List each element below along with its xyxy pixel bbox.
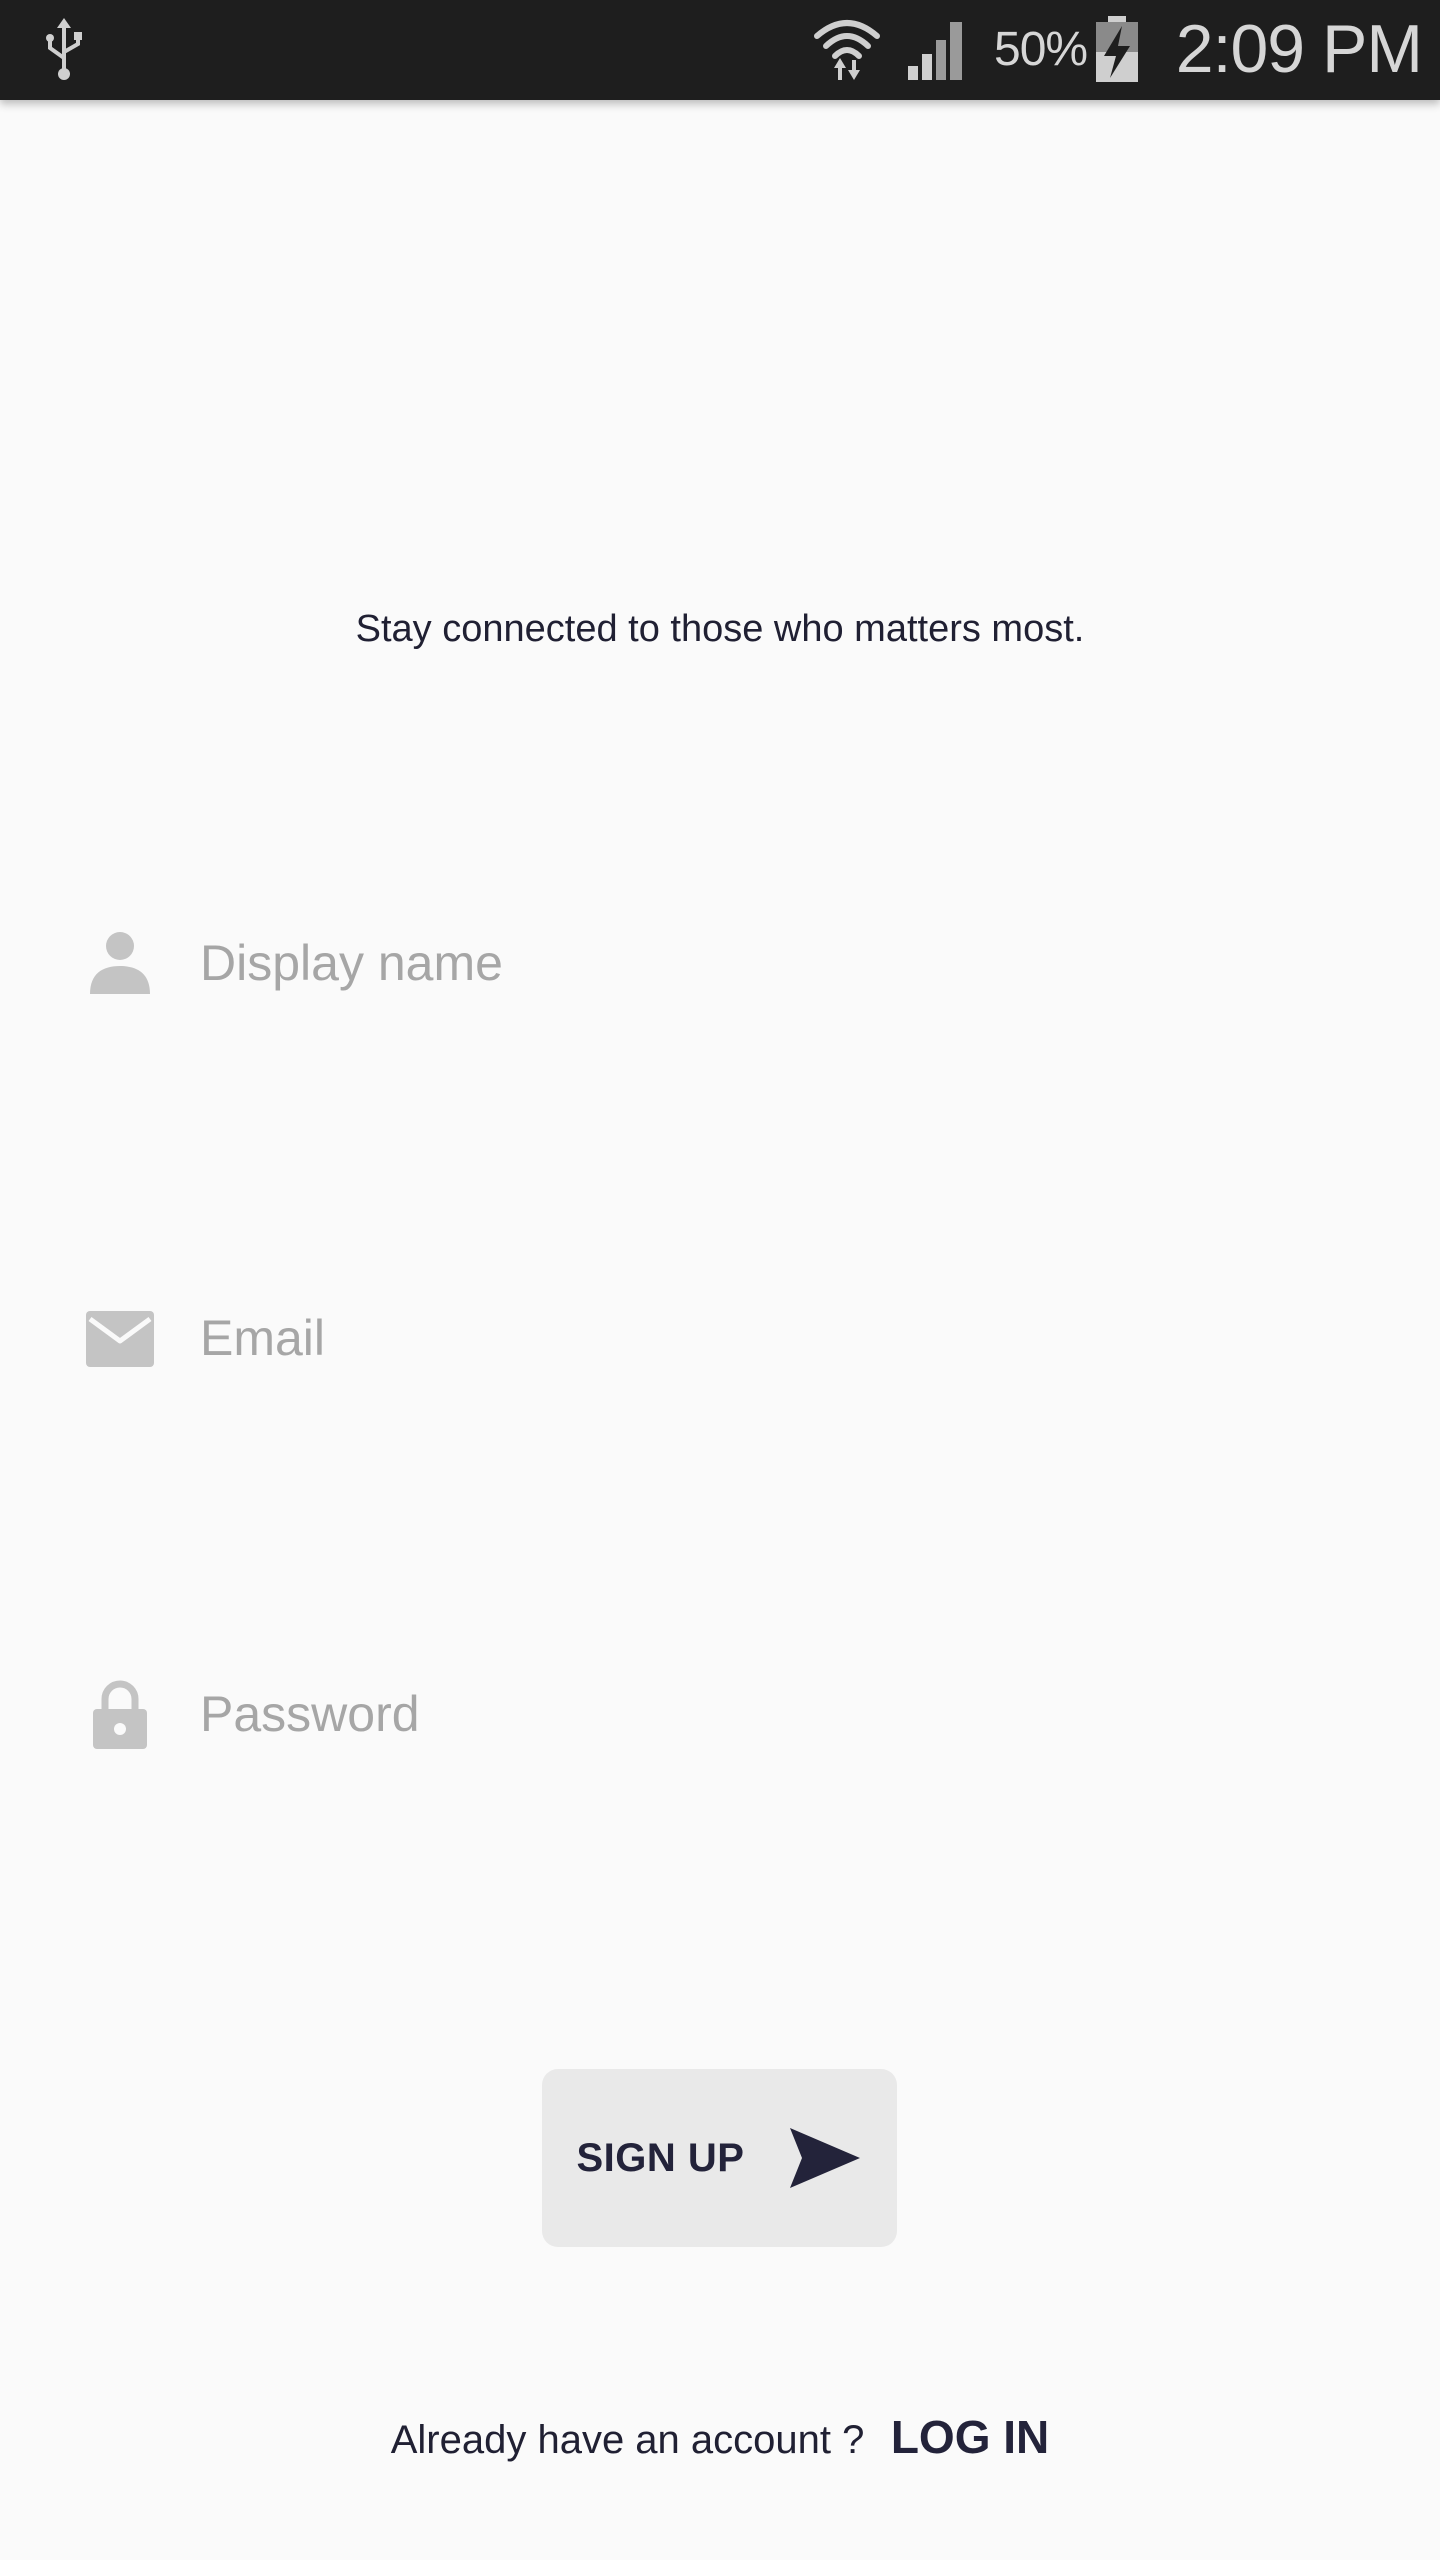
status-bar: 50% 2:09 PM	[0, 0, 1440, 100]
lock-icon	[93, 1680, 147, 1749]
email-input[interactable]	[200, 1293, 1360, 1383]
password-field	[80, 1669, 1360, 1759]
battery-percent: 50%	[994, 23, 1088, 76]
display-name-input[interactable]	[200, 918, 1360, 1008]
log-in-link[interactable]: LOG IN	[891, 2411, 1049, 2463]
wifi-icon	[814, 20, 880, 80]
usb-icon	[46, 18, 82, 80]
sign-up-label: SIGN UP	[576, 2135, 745, 2180]
status-time: 2:09 PM	[1175, 11, 1423, 87]
mail-icon	[86, 1311, 154, 1367]
email-field	[80, 1293, 1360, 1383]
cell-signal-icon	[908, 22, 962, 80]
signup-screen: 50% 2:09 PM Stay connected to those who …	[0, 0, 1440, 2560]
person-icon	[90, 932, 150, 994]
display-name-field	[80, 918, 1360, 1008]
tagline: Stay connected to those who matters most…	[355, 608, 1085, 650]
login-row: Already have an account ? LOG IN	[0, 2410, 1440, 2464]
sign-up-button[interactable]: SIGN UP	[542, 2069, 897, 2247]
battery-charging-icon	[1096, 16, 1138, 82]
login-prompt: Already have an account ?	[390, 2418, 865, 2462]
send-icon	[790, 2128, 861, 2188]
password-input[interactable]	[200, 1669, 1360, 1759]
